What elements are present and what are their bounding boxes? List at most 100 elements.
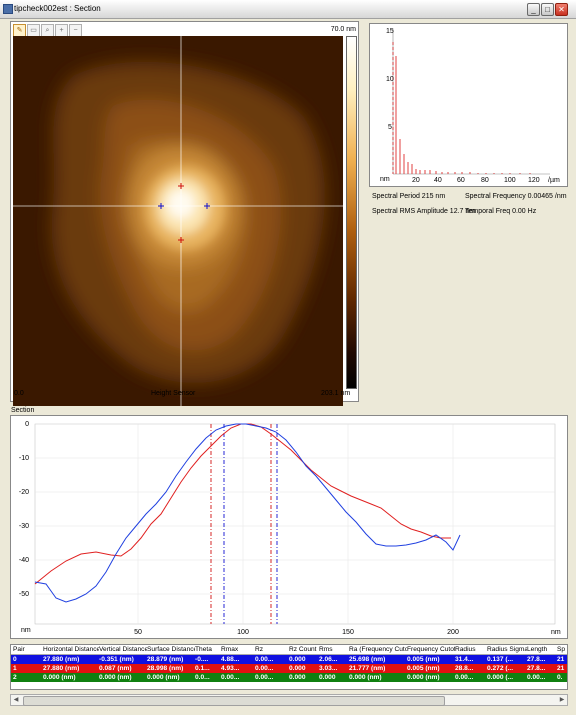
- scrollbar-thumb[interactable]: [23, 696, 445, 706]
- column-header[interactable]: Ra (Frequency Cutoff): [347, 645, 407, 654]
- spec-y-tick: 15: [386, 28, 394, 35]
- section-x-tick: 50: [134, 629, 142, 636]
- spectrum-panel: 15 10 5 nm 20 40 60 80 100 120 /µm: [369, 23, 568, 187]
- table-row[interactable]: 0 27.880 (nm) -0.351 (nm) 28.879 (nm) -0…: [11, 655, 567, 664]
- spectral-frequency: Spectral Frequency 0.00465 /nm: [465, 193, 567, 200]
- table-cell: 0.00...: [255, 656, 274, 663]
- table-horizontal-scrollbar[interactable]: ◀ ▶: [10, 694, 568, 706]
- table-cell: 0.005 (nm): [407, 665, 440, 672]
- spec-x-tick: 100: [504, 177, 516, 184]
- table-cell: -0....: [195, 656, 209, 663]
- afm-height-image[interactable]: [13, 36, 343, 406]
- z-max-label: 70.0 nm: [330, 26, 356, 33]
- table-cell: 21: [557, 656, 565, 663]
- column-header[interactable]: Rmax: [219, 645, 255, 654]
- spectral-period: Spectral Period 215 nm: [372, 193, 446, 200]
- temporal-freq: Temporal Freq 0.00 Hz: [465, 208, 537, 215]
- column-header[interactable]: Rz: [253, 645, 289, 654]
- section-profile-panel: 0 -10 -20 -30 -40 -50 nm 50 100 150 200 …: [10, 415, 568, 639]
- column-header[interactable]: Rz Count: [287, 645, 319, 654]
- color-scale-bar: [346, 36, 357, 389]
- table-cell: 0.00...: [527, 674, 546, 681]
- spec-y-tick: 5: [388, 124, 392, 131]
- spec-x-tick: 60: [457, 177, 465, 184]
- table-cell: 21: [557, 665, 565, 672]
- scroll-right-icon[interactable]: ▶: [557, 695, 567, 705]
- measurement-table: Pair Horizontal Distance Vertical Distan…: [10, 644, 568, 690]
- table-cell: 0.000 (nm): [147, 674, 180, 681]
- table-cell: 0.087 (nm): [99, 665, 132, 672]
- table-cell: 0.272 (...: [487, 665, 514, 672]
- table-cell: 0.000: [289, 665, 306, 672]
- table-cell: 4.93...: [221, 665, 240, 672]
- table-cell: 0.1...: [195, 665, 210, 672]
- column-header[interactable]: Frequency Cutoff: [405, 645, 455, 654]
- table-cell: 0: [13, 656, 17, 663]
- section-label: Section: [11, 407, 35, 414]
- section-y-tick: -40: [19, 557, 29, 564]
- table-cell: 28.879 (nm): [147, 656, 184, 663]
- spec-x-tick: 80: [481, 177, 489, 184]
- column-header[interactable]: Vertical Distance: [97, 645, 147, 654]
- column-header[interactable]: Surface Distance: [145, 645, 195, 654]
- table-cell: 4.88...: [221, 656, 240, 663]
- table-cell: 27.8...: [527, 656, 546, 663]
- spec-y-tick: 10: [386, 76, 394, 83]
- table-cell: 0.005 (nm): [407, 656, 440, 663]
- scroll-left-icon[interactable]: ◀: [11, 695, 21, 705]
- spec-x-tick: 120: [528, 177, 540, 184]
- maximize-button[interactable]: □: [541, 3, 554, 16]
- table-cell: -0.351 (nm): [99, 656, 134, 663]
- table-row[interactable]: 2 0.000 (nm) 0.000 (nm) 0.000 (nm) 0.0..…: [11, 673, 567, 682]
- column-header[interactable]: Radius: [453, 645, 487, 654]
- spectrum-chart: 15 10 5 nm 20 40 60 80 100 120 /µm: [380, 28, 560, 184]
- section-y-tick: -10: [19, 455, 29, 462]
- table-cell: 0.000: [289, 674, 306, 681]
- column-header[interactable]: Sp: [555, 645, 567, 654]
- table-cell: 2.06...: [319, 656, 338, 663]
- section-x-tick: 150: [342, 629, 354, 636]
- table-cell: 0.137 (...: [487, 656, 514, 663]
- height-image-panel: ✎ ▭ ⌕ + − 70.0 nm 0.0 Height Sensor 203.…: [10, 21, 359, 406]
- table-cell: 0.000 (nm): [99, 674, 132, 681]
- x-start-label: 0.0: [14, 390, 24, 397]
- table-cell: 3.03...: [319, 665, 338, 672]
- close-button[interactable]: ✕: [555, 3, 568, 16]
- spec-x-tick: 40: [434, 177, 442, 184]
- table-cell: 0.000 (...: [487, 674, 514, 681]
- section-y-tick: -30: [19, 523, 29, 530]
- title-bar: tipcheck002est : Section _ □ ✕: [0, 0, 576, 19]
- column-header[interactable]: Rms: [317, 645, 349, 654]
- spec-x-tick: 20: [412, 177, 420, 184]
- table-cell: 27.880 (nm): [43, 665, 80, 672]
- table-cell: 25.698 (nm): [349, 656, 386, 663]
- section-y-tick: -50: [19, 591, 29, 598]
- column-header[interactable]: Radius Sigma: [485, 645, 527, 654]
- table-cell: 0.000 (nm): [407, 674, 440, 681]
- table-cell: 28.998 (nm): [147, 665, 184, 672]
- section-profile-chart[interactable]: 0 -10 -20 -30 -40 -50 nm 50 100 150 200 …: [11, 416, 567, 638]
- table-cell: 0.000: [319, 674, 336, 681]
- table-cell: 0.0...: [195, 674, 210, 681]
- window-title: tipcheck002est : Section: [14, 4, 101, 13]
- minimize-button[interactable]: _: [527, 3, 540, 16]
- spec-x-unit: /µm: [548, 177, 560, 184]
- table-row[interactable]: 1 27.880 (nm) 0.087 (nm) 28.998 (nm) 0.1…: [11, 664, 567, 673]
- section-x-unit: nm: [551, 629, 561, 636]
- spec-y-unit: nm: [380, 176, 390, 183]
- section-y-tick: -20: [19, 489, 29, 496]
- section-y-tick: 0: [25, 421, 29, 428]
- table-cell: 0.000 (nm): [349, 674, 382, 681]
- column-header[interactable]: Horizontal Distance: [41, 645, 99, 654]
- column-header[interactable]: Pair: [11, 645, 43, 654]
- table-cell: 0.: [557, 674, 563, 681]
- table-cell: 0.00...: [221, 674, 240, 681]
- height-sensor-label: Height Sensor: [151, 390, 196, 397]
- column-header[interactable]: Length: [525, 645, 557, 654]
- table-cell: 0.00...: [255, 674, 274, 681]
- section-y-unit: nm: [21, 627, 31, 634]
- table-cell: 1: [13, 665, 17, 672]
- column-header[interactable]: Theta: [193, 645, 221, 654]
- app-icon: [3, 4, 13, 14]
- section-x-tick: 100: [237, 629, 249, 636]
